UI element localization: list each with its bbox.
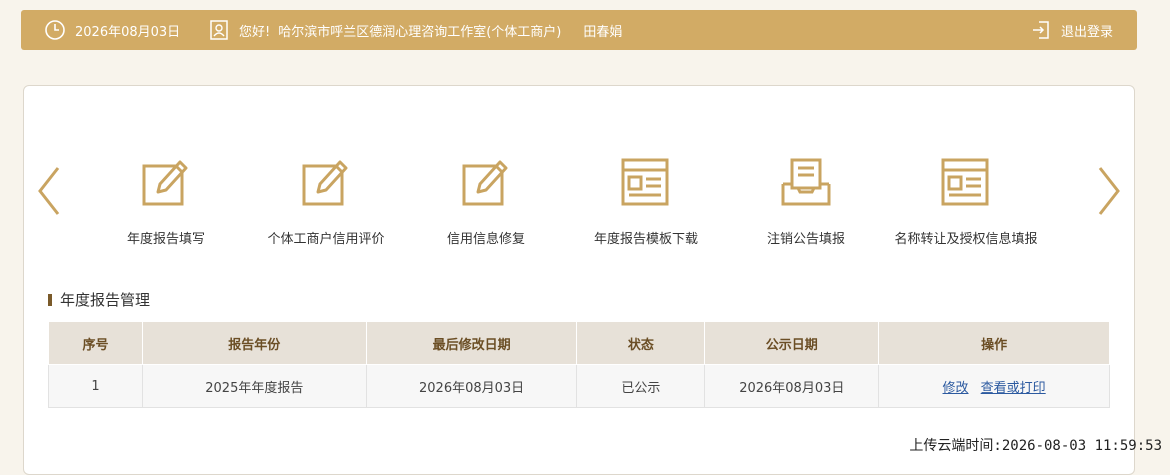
quick-item-label: 名称转让及授权信息填报 [894, 232, 1038, 247]
column-header: 操作 [878, 321, 1110, 365]
column-header: 公示日期 [704, 321, 880, 365]
row-index: 1 [48, 364, 143, 408]
last-modified-date: 2026年08月03日 [365, 364, 578, 408]
quick-item-name-transfer[interactable]: 名称转让及授权信息填报 [886, 154, 1046, 247]
date-display: 2026年08月03日 [43, 18, 180, 42]
pencil-edit-icon [142, 160, 188, 206]
logout-button[interactable]: 退出登录 [1029, 18, 1113, 42]
quick-item-label: 年度报告模板下载 [593, 232, 698, 247]
template-document-icon [941, 158, 989, 206]
user-name: 田春娟 [583, 24, 623, 40]
view-print-link[interactable]: 查看或打印 [981, 381, 1046, 396]
column-header: 状态 [576, 321, 706, 365]
quick-item-label: 注销公告填报 [766, 232, 845, 247]
quick-item-credit-evaluation[interactable]: 个体工商户信用评价 [246, 154, 406, 247]
quick-item-label: 个体工商户信用评价 [267, 232, 385, 247]
quick-item-cancellation-notice[interactable]: 注销公告填报 [726, 154, 886, 247]
user-card-icon [207, 18, 231, 42]
pencil-edit-icon [462, 160, 508, 206]
quick-item-label: 年度报告填写 [126, 232, 205, 247]
annual-report-table: 序号 报告年份 最后修改日期 状态 公示日期 操作 1 2025年年度报告 20… [48, 321, 1110, 408]
top-bar: 2026年08月03日 您好! 哈尔滨市呼兰区德润心理咨询工作室(个体工商户) … [21, 10, 1137, 50]
pencil-edit-icon [302, 160, 348, 206]
user-info: 您好! 哈尔滨市呼兰区德润心理咨询工作室(个体工商户) 田春娟 [207, 18, 622, 42]
actions-cell: 修改 查看或打印 [878, 364, 1110, 408]
current-date: 2026年08月03日 [75, 24, 181, 40]
section-title: 年度报告管理 [48, 289, 150, 310]
main-panel: 年度报告填写 个体工商户信用评价 信用信息修复 年度报告模板下载 注销公告填报 … [23, 85, 1135, 475]
template-document-icon [621, 158, 669, 206]
logout-label: 退出登录 [1060, 24, 1113, 40]
column-header: 最后修改日期 [365, 321, 578, 365]
column-header: 序号 [48, 321, 143, 365]
greeting-text: 您好! [239, 24, 271, 40]
quick-menu: 年度报告填写 个体工商户信用评价 信用信息修复 年度报告模板下载 注销公告填报 … [24, 154, 1136, 254]
status-text: 已公示 [576, 364, 706, 408]
report-year: 2025年年度报告 [141, 364, 367, 408]
section-title-text: 年度报告管理 [60, 291, 151, 309]
table-header-row: 序号 报告年份 最后修改日期 状态 公示日期 操作 [48, 321, 1110, 365]
inbox-tray-icon [781, 158, 831, 206]
logout-icon [1029, 18, 1053, 42]
quick-item-template-download[interactable]: 年度报告模板下载 [566, 154, 726, 247]
clock-icon [43, 18, 67, 42]
upload-time: 上传云端时间:2026-08-03 11:59:53 [909, 438, 1162, 454]
column-header: 报告年份 [141, 321, 367, 365]
company-name: 哈尔滨市呼兰区德润心理咨询工作室(个体工商户) [278, 24, 562, 40]
edit-link[interactable]: 修改 [943, 381, 969, 396]
quick-item-credit-repair[interactable]: 信用信息修复 [406, 154, 566, 247]
quick-item-annual-report[interactable]: 年度报告填写 [86, 154, 246, 247]
section-marker [48, 293, 52, 306]
table-row: 1 2025年年度报告 2026年08月03日 已公示 2026年08月03日 … [48, 364, 1110, 408]
quick-item-label: 信用信息修复 [446, 232, 525, 247]
publish-date: 2026年08月03日 [704, 364, 880, 408]
